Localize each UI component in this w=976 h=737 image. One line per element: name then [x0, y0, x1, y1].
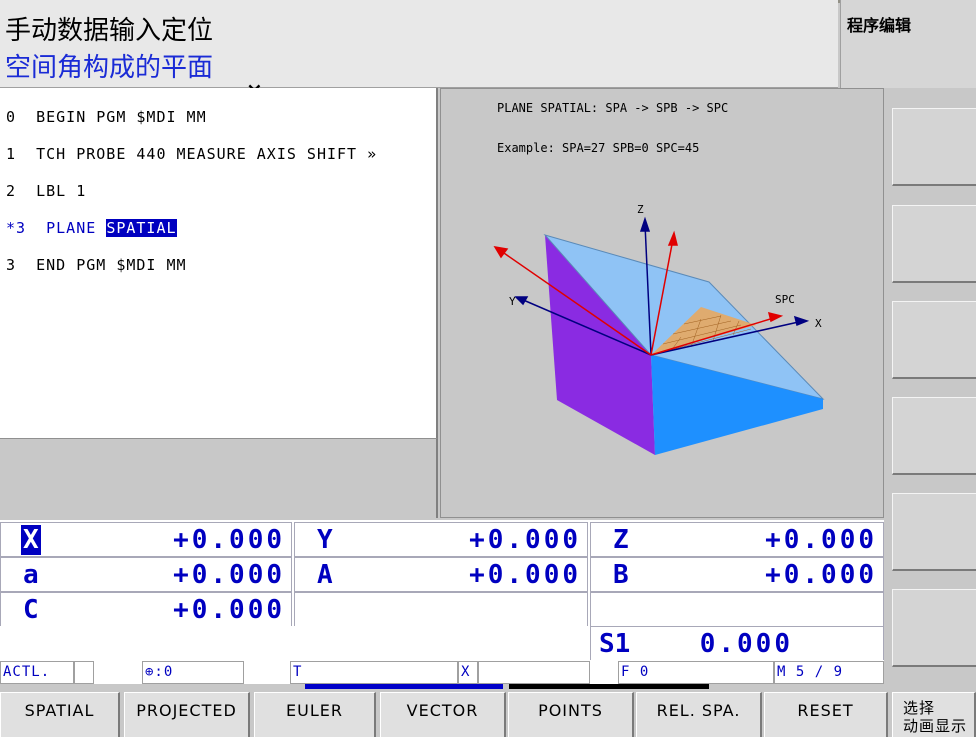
axis-value: +0.000 — [765, 525, 877, 555]
axis-label-spc: SPC — [775, 293, 795, 306]
program-line[interactable]: 1 TCH PROBE 440 MEASURE AXIS SHIFT » — [6, 145, 377, 163]
program-edit-mode-tab[interactable]: 程序编辑 — [840, 0, 976, 88]
program-line-active[interactable]: *3 PLANE SPATIAL — [6, 219, 177, 237]
axis-label-z: Z — [637, 203, 644, 216]
position-cell-z: Z +0.000 — [590, 522, 884, 557]
axis-label: a — [23, 560, 39, 590]
axis-label: Z — [613, 525, 629, 555]
right-softkey-2[interactable] — [892, 205, 976, 283]
spindle-display: S1 0.000 — [590, 626, 884, 661]
softkey-projected[interactable]: PROJECTED — [124, 692, 250, 737]
axis-label: A — [317, 560, 333, 590]
axis-value: +0.000 — [765, 560, 877, 590]
spindle-label: S1 — [599, 629, 631, 659]
softkey-select-animation[interactable]: 选择 动画显示 — [892, 692, 976, 737]
position-cell-a: A +0.000 — [294, 557, 588, 592]
position-cell-y: Y +0.000 — [294, 522, 588, 557]
axis-label-x: X — [815, 317, 822, 330]
softkey-spatial[interactable]: SPATIAL — [0, 692, 120, 737]
axis-label-y: Y — [509, 295, 516, 308]
program-blank-area — [0, 438, 438, 518]
status-blank — [478, 661, 590, 684]
axis-value: +0.000 — [173, 595, 285, 625]
program-listing[interactable]: 0 BEGIN PGM $MDI MM 1 TCH PROBE 440 MEAS… — [0, 88, 438, 438]
program-line[interactable]: 3 END PGM $MDI MM — [6, 256, 187, 274]
program-line[interactable]: 2 LBL 1 — [6, 182, 86, 200]
position-display: X +0.000 Y +0.000 Z +0.000 a +0.000 A +0… — [0, 520, 884, 627]
axis-value: +0.000 — [173, 525, 285, 555]
right-softkey-4[interactable] — [892, 397, 976, 475]
program-line[interactable]: 0 BEGIN PGM $MDI MM — [6, 108, 207, 126]
softkey-rel-spa[interactable]: REL. SPA. — [636, 692, 762, 737]
mode-subtitle: 空间角构成的平面 — [5, 53, 214, 83]
right-softkey-1[interactable] — [892, 108, 976, 186]
status-datum: ⊕:0 — [142, 661, 244, 684]
status-tool: T — [290, 661, 458, 684]
softkey-vector[interactable]: VECTOR — [380, 692, 506, 737]
status-bar: ACTL. ⊕:0 T X F 0 M 5 / 9 — [0, 660, 884, 684]
axis-value: +0.000 — [173, 560, 285, 590]
position-cell-empty — [590, 592, 884, 627]
spatial-angle-diagram — [493, 216, 825, 455]
axis-label: X — [21, 525, 41, 555]
softkey-row-indicator — [305, 684, 709, 690]
status-misc: M 5 / 9 — [774, 661, 884, 684]
position-cell-a-lower: a +0.000 — [0, 557, 292, 592]
mode-title: 手动数据输入定位 — [5, 16, 214, 46]
right-softkey-6[interactable] — [892, 589, 976, 667]
header-bar: 手动数据输入定位 空间角构成的平面 — [0, 0, 838, 88]
axis-label: B — [613, 560, 629, 590]
position-cell-b: B +0.000 — [590, 557, 884, 592]
axis-value: +0.000 — [469, 525, 581, 555]
highlighted-word: SPATIAL — [106, 219, 177, 237]
axis-label: C — [23, 595, 39, 625]
program-edit-label: 程序编辑 — [847, 16, 912, 35]
status-mode: ACTL. — [0, 661, 74, 684]
position-cell-empty — [294, 592, 588, 627]
position-cell-x: X +0.000 — [0, 522, 292, 557]
right-softkey-5[interactable] — [892, 493, 976, 571]
right-softkey-3[interactable] — [892, 301, 976, 379]
help-graphic-panel: PLANE SPATIAL: SPA -> SPB -> SPC Example… — [440, 88, 884, 518]
status-axis: X — [458, 661, 478, 684]
spacer — [0, 626, 590, 660]
spindle-value: 0.000 — [699, 629, 793, 659]
status-feed: F 0 — [618, 661, 774, 684]
position-cell-c: C +0.000 — [0, 592, 292, 627]
status-box — [74, 661, 94, 684]
softkey-points[interactable]: POINTS — [508, 692, 634, 737]
axis-value: +0.000 — [469, 560, 581, 590]
softkey-reset[interactable]: RESET — [764, 692, 888, 737]
axis-label: Y — [317, 525, 333, 555]
softkey-euler[interactable]: EULER — [254, 692, 376, 737]
